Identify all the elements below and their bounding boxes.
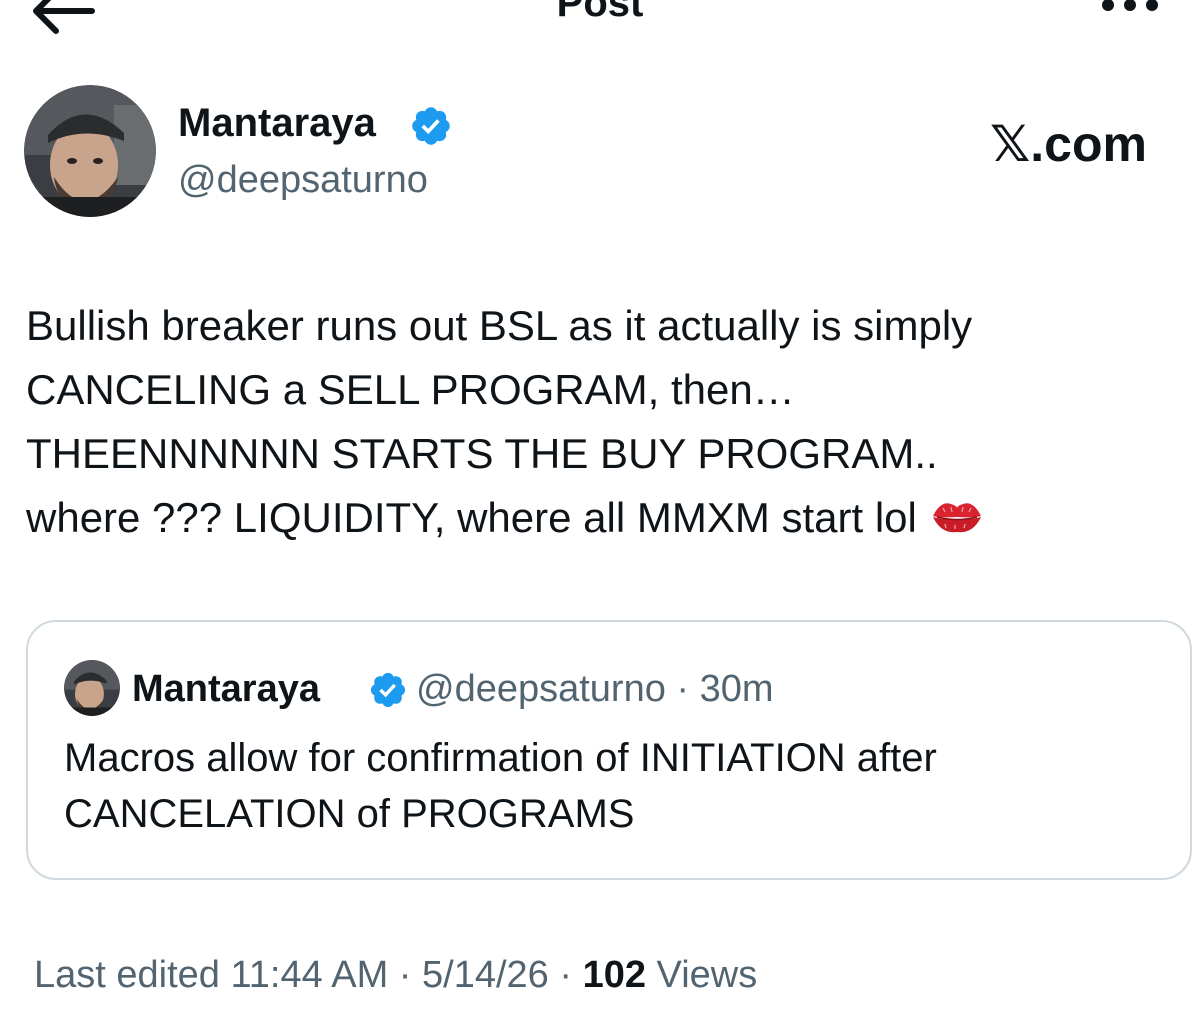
edited-label[interactable]: Last edited <box>34 954 220 996</box>
page-title: Post <box>556 0 644 25</box>
post-line-text: where ??? LIQUIDITY, where all MMXM star… <box>26 494 917 541</box>
more-horizontal-icon <box>1102 0 1158 11</box>
post-line: THEENNNNNN STARTS THE BUY PROGRAM.. <box>26 430 938 477</box>
post-meta: Last edited 11:44 AM · 5/14/26 · 102 Vie… <box>34 950 757 1000</box>
watermark-logo: 𝕏.com <box>990 116 1147 172</box>
verified-badge-icon <box>409 104 453 148</box>
quoted-post-body: Macros allow for confirmation of INITIAT… <box>64 730 1164 842</box>
author-name[interactable]: Mantaraya <box>178 98 376 148</box>
post-line: Bullish breaker runs out BSL as it actua… <box>26 302 973 349</box>
quoted-post-line: Macros allow for confirmation of INITIAT… <box>64 736 937 780</box>
quoted-post-card[interactable]: Mantaraya @deepsaturno · 30m Macros allo… <box>26 620 1192 880</box>
views-count: 102 <box>582 954 646 996</box>
post-detail-page: Post Mantaraya @deepsaturno 𝕏.com Bullis… <box>0 0 1200 1010</box>
post-date: 5/14/26 <box>422 954 549 996</box>
avatar-photo <box>24 85 156 217</box>
quoted-author-name: Mantaraya <box>132 668 320 710</box>
verified-badge-icon <box>368 670 408 710</box>
views-label: Views <box>656 954 758 996</box>
top-bar: Post <box>0 0 1200 40</box>
post-body: Bullish breaker runs out BSL as it actua… <box>26 294 1176 550</box>
post-line: CANCELING a SELL PROGRAM, then… <box>26 366 795 413</box>
post-line-last: where ??? LIQUIDITY, where all MMXM star… <box>26 486 1176 550</box>
meta-separator: · <box>676 668 690 710</box>
meta-separator: · <box>398 954 412 996</box>
author-handle[interactable]: @deepsaturno <box>178 156 428 204</box>
meta-separator: · <box>559 954 573 996</box>
quoted-author-meta: @deepsaturno · 30m <box>416 666 774 712</box>
kiss-mark-icon <box>929 490 985 533</box>
quoted-author-avatar <box>64 660 120 716</box>
author-avatar[interactable] <box>24 85 156 217</box>
quoted-author-handle: @deepsaturno <box>416 668 666 710</box>
quoted-post-time: 30m <box>699 668 774 710</box>
more-options-button[interactable] <box>1098 0 1162 18</box>
post-time: 11:44 AM <box>230 954 389 996</box>
quoted-post-line: CANCELATION of PROGRAMS <box>64 792 635 836</box>
